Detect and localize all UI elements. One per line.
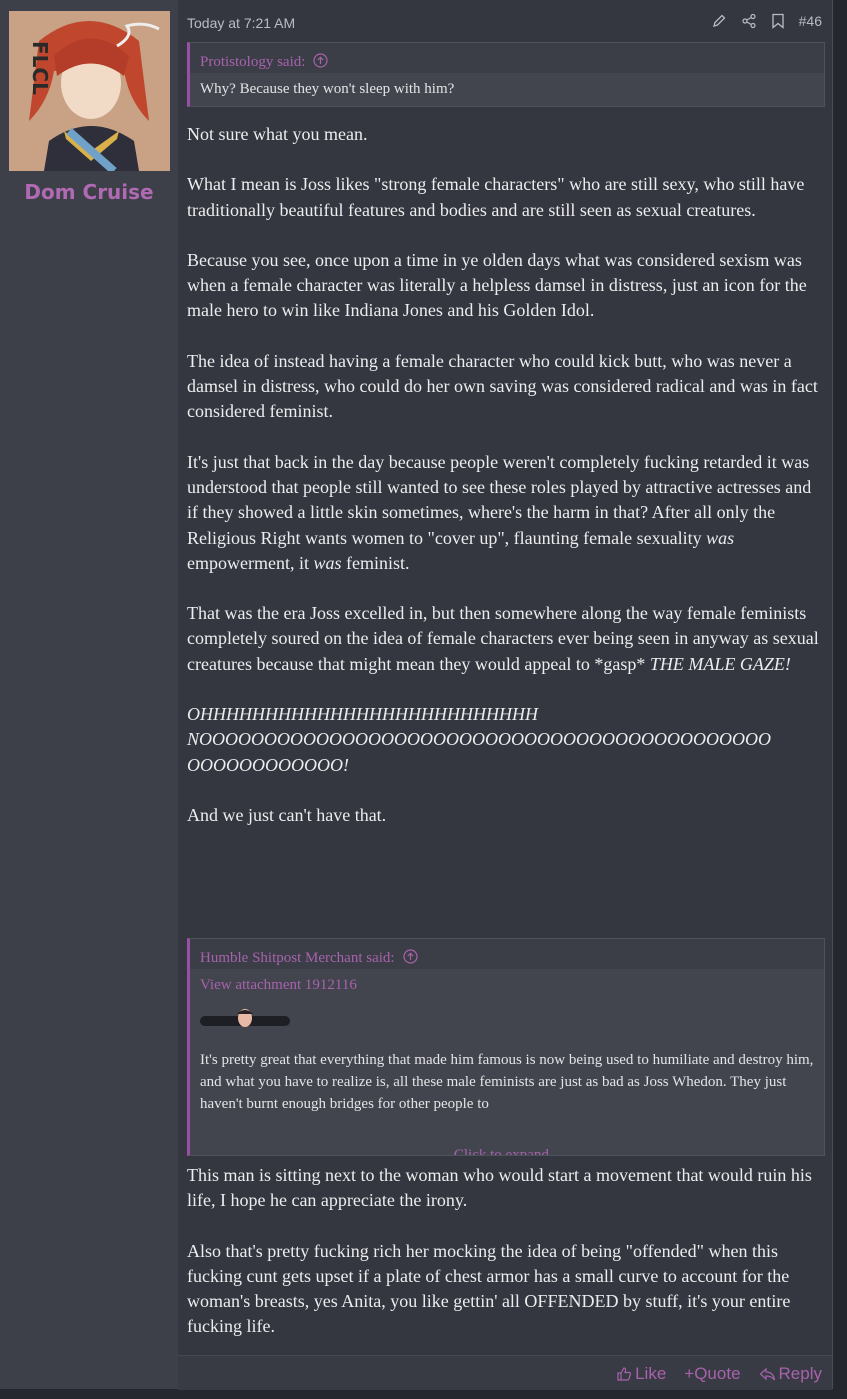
quote-author-link[interactable]: Protistology said:	[200, 54, 305, 71]
post-footer: Like +Quote Reply	[178, 1355, 832, 1390]
paragraph: The idea of instead having a female char…	[187, 350, 818, 422]
quote-author-link[interactable]: Humble Shitpost Merchant said:	[200, 950, 395, 967]
post-number-link[interactable]: #46	[799, 13, 822, 29]
text-run: OHHHHHHHHHHHHHHHHHHHHHHHHHH	[187, 704, 538, 725]
post-container: FLCL Dom Cruise Today at 7:21 AM #46 Pro…	[0, 0, 833, 1390]
post-meta: Today at 7:21 AM #46	[187, 13, 822, 35]
avatar-logo-text: FLCL	[28, 41, 52, 95]
reply-icon	[759, 1367, 775, 1380]
post-actions: #46	[711, 13, 822, 29]
paragraph: Not sure what you mean.	[187, 124, 368, 144]
italic-text: THE MALE GAZE!	[649, 653, 791, 674]
reply-label: Reply	[778, 1364, 822, 1383]
paragraph: This man is sitting next to the woman wh…	[187, 1165, 812, 1211]
quote-content: View attachment 1912116 It's pretty grea…	[190, 969, 824, 1155]
quote-header: Humble Shitpost Merchant said:	[190, 939, 824, 969]
quote-button[interactable]: +Quote	[684, 1364, 740, 1384]
thumbs-up-icon	[617, 1367, 632, 1381]
username[interactable]: Dom Cruise	[0, 180, 178, 204]
post-footer-actions: Like +Quote Reply	[616, 1364, 822, 1384]
post-body-1: Not sure what you mean. What I mean is J…	[187, 122, 822, 853]
text-run: NOOOOOOOOOOOOOOOOOOOOOOOOOOOOOOOOOOOOOOO…	[187, 729, 771, 750]
quote-block-1: Protistology said: Why? Because they won…	[187, 42, 825, 107]
text-run: empowerment, it	[187, 552, 314, 573]
attachment-thumbnail[interactable]	[200, 1008, 814, 1035]
italic-text: was	[313, 552, 342, 573]
user-pane: FLCL Dom Cruise	[0, 0, 178, 1389]
avatar-image: FLCL	[9, 11, 170, 171]
paragraph: And we just can't have that.	[187, 804, 387, 825]
post-body-2: This man is sitting next to the woman wh…	[187, 1163, 822, 1365]
quote-text: It's pretty great that everything that m…	[200, 1052, 814, 1112]
reply-button[interactable]: Reply	[759, 1364, 822, 1384]
quote-text: Why? Because they won't sleep with him?	[190, 73, 824, 106]
paragraph: Also that's pretty fucking rich her mock…	[187, 1240, 791, 1337]
share-icon[interactable]	[741, 13, 757, 29]
post-timestamp[interactable]: Today at 7:21 AM	[187, 15, 295, 31]
text-run: OOOOOOOOOOOO!	[187, 754, 349, 775]
arrow-up-circle-icon[interactable]	[402, 948, 418, 969]
paragraph: Because you see, once upon a time in ye …	[187, 249, 807, 321]
arrow-up-circle-icon[interactable]	[313, 52, 329, 73]
edit-icon[interactable]	[711, 13, 727, 29]
paragraph: What I mean is Joss likes "strong female…	[187, 174, 805, 220]
paragraph: OHHHHHHHHHHHHHHHHHHHHHHHHHH NOOOOOOOOOOOO…	[187, 702, 822, 778]
paragraph: It's just that back in the day because p…	[187, 450, 822, 576]
paragraph: That was the era Joss excelled in, but t…	[187, 601, 822, 677]
like-button[interactable]: Like	[616, 1364, 666, 1384]
quote-block-2: Humble Shitpost Merchant said: View atta…	[187, 938, 825, 1156]
like-label: Like	[635, 1364, 667, 1383]
quote-header: Protistology said:	[190, 43, 824, 73]
avatar[interactable]: FLCL	[9, 11, 170, 171]
click-to-expand-link[interactable]: Click to expand...	[190, 1147, 824, 1155]
bookmark-icon[interactable]	[771, 13, 785, 29]
italic-text: was	[706, 527, 735, 548]
attachment-link[interactable]: View attachment 1912116	[200, 977, 814, 994]
text-run: feminist.	[341, 552, 410, 573]
